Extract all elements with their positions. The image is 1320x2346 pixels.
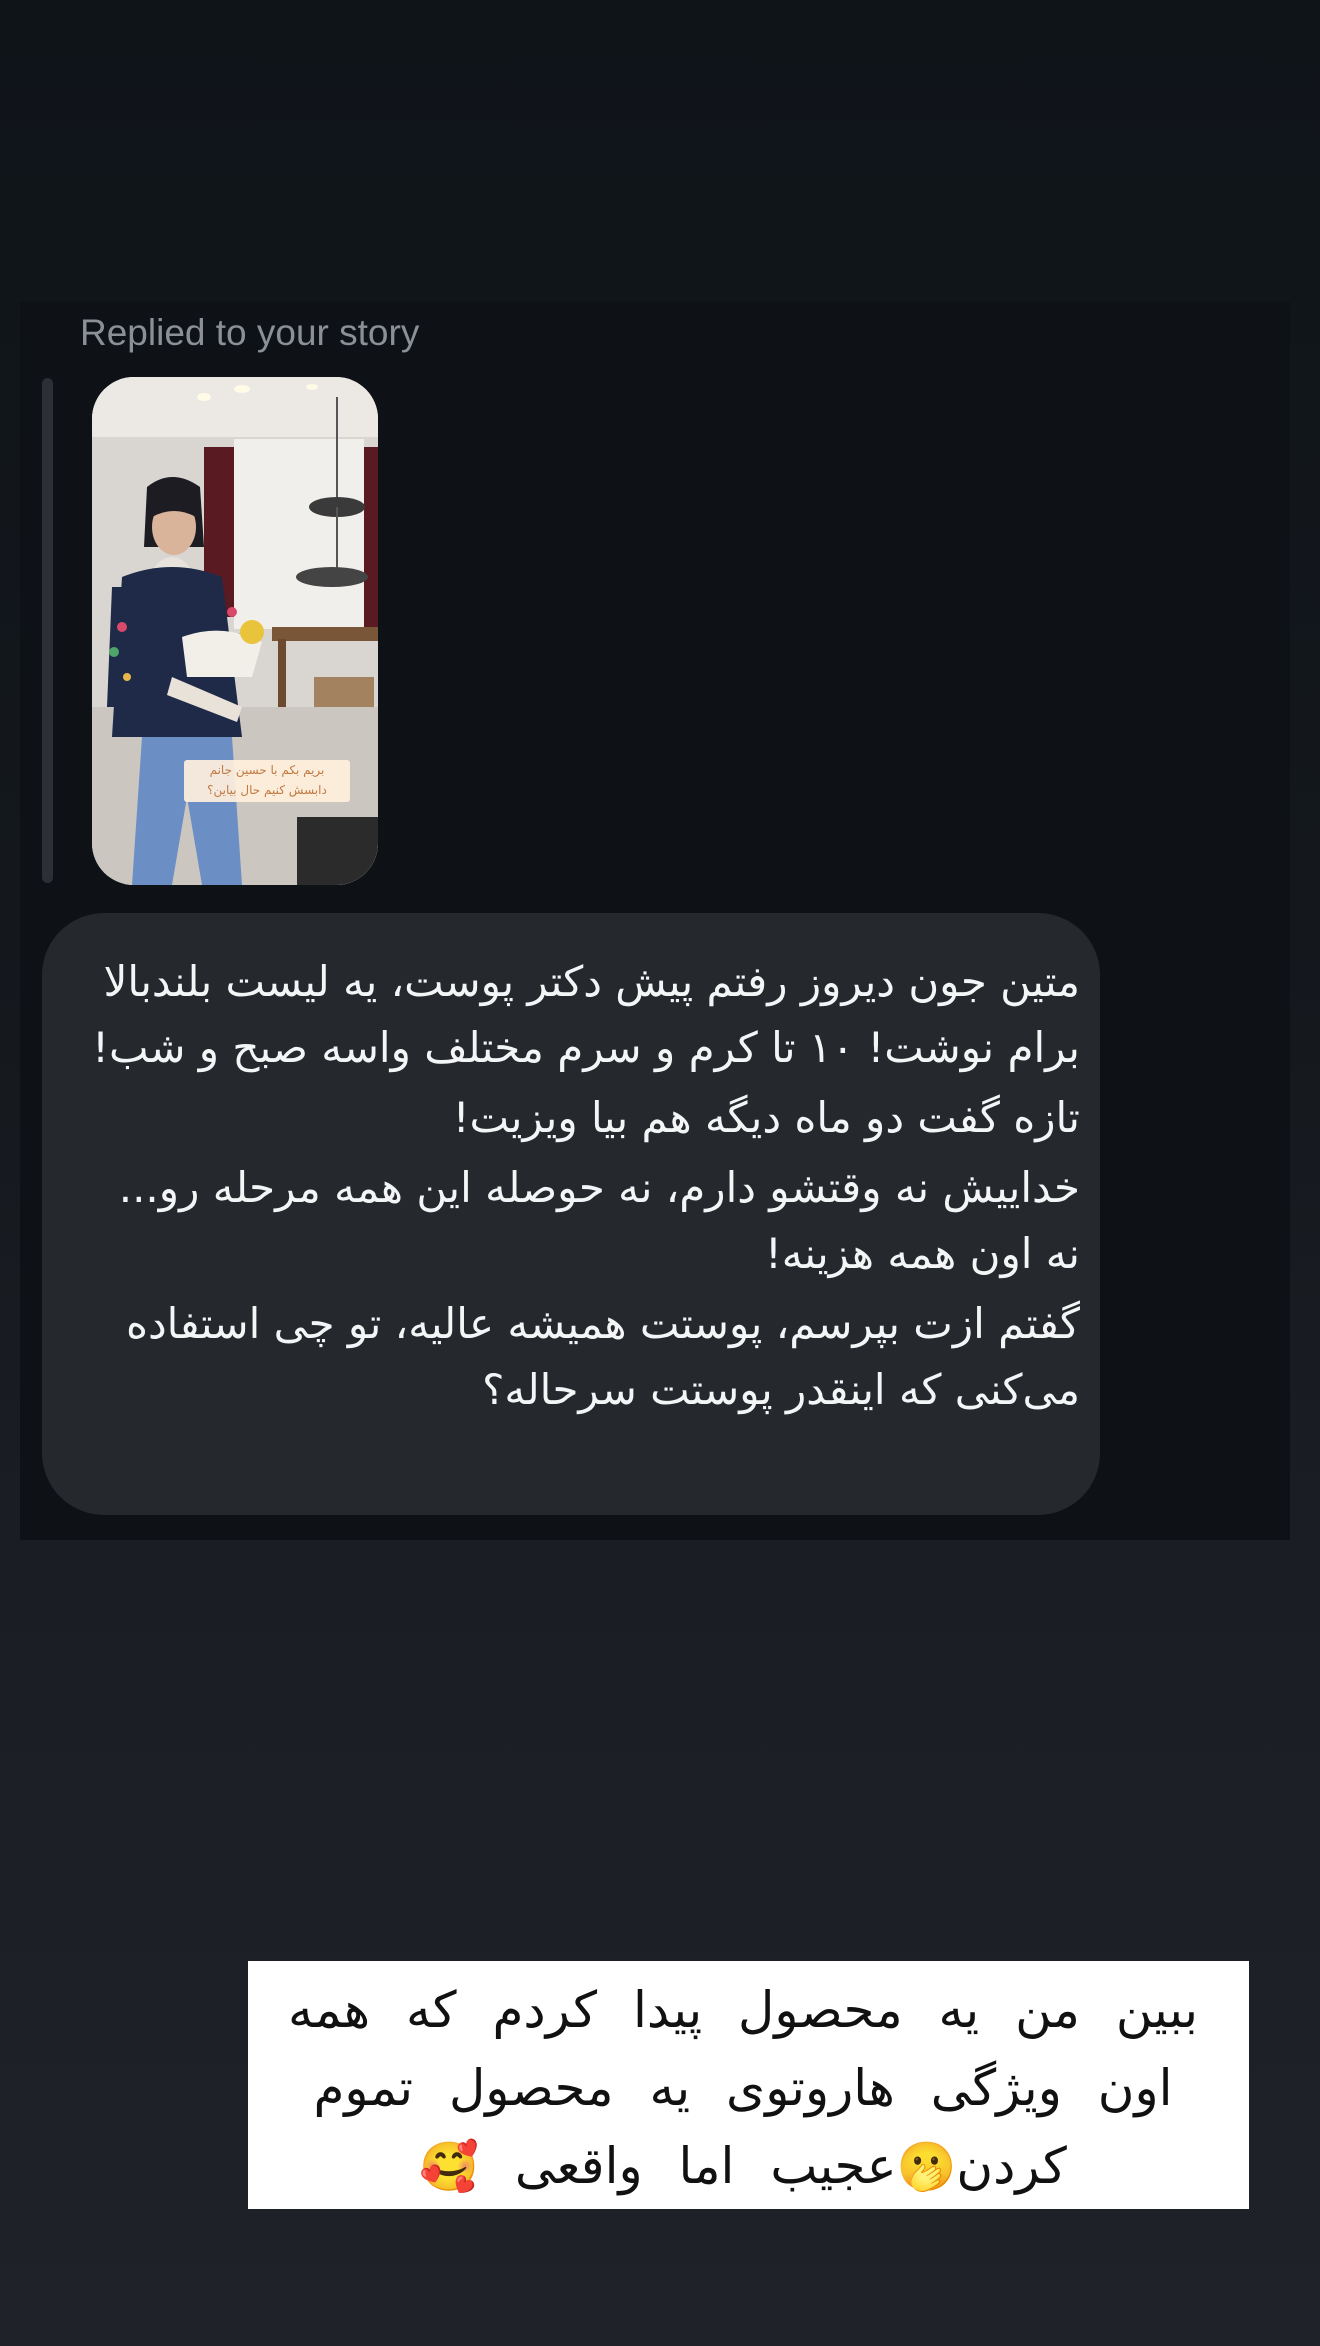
- sticker-line-3-start: کردن: [956, 2137, 1067, 2195]
- sticker-line-1: ببین من یه محصول پیدا کردم که همه: [288, 1981, 1198, 2039]
- story-reply-label: Replied to your story: [80, 312, 420, 353]
- sticker-line-3: کردن🫢عجیب اما واقعی 🥰: [278, 2127, 1208, 2206]
- message-paragraph: متین جون دیروز رفتم پیش دکتر پوست، یه لی…: [92, 957, 1080, 1072]
- message-paragraph: تازه گفت دو ماه دیگه هم بیا ویزیت!: [452, 1093, 1080, 1142]
- text-sticker[interactable]: ببین من یه محصول پیدا کردم که همه اون وی…: [248, 1961, 1249, 2209]
- reply-indicator-bar: [42, 378, 53, 883]
- smiling-face-with-hearts-emoji-icon: 🥰: [419, 2139, 479, 2195]
- message-text: متین جون دیروز رفتم پیش دکتر پوست، یه لی…: [80, 949, 1080, 1427]
- message-paragraph: خداییش نه وقتشو دارم، نه حوصله این همه م…: [118, 1163, 1080, 1278]
- story-caption-line-1: بریم بکم با حسین جانم: [209, 763, 325, 777]
- message-paragraph: گفتم ازت بپرسم، پوستت همیشه عالیه، تو چی…: [125, 1299, 1080, 1414]
- story-thumbnail[interactable]: بریم بکم با حسین جانم دابسش کنیم حال بیا…: [92, 377, 378, 885]
- message-bubble[interactable]: متین جون دیروز رفتم پیش دکتر پوست، یه لی…: [42, 913, 1100, 1515]
- story-caption: بریم بکم با حسین جانم دابسش کنیم حال بیا…: [184, 760, 350, 802]
- story-image: [92, 377, 378, 885]
- sticker-line-2: اون ویژگی هاروتوی یه محصول تموم: [313, 2059, 1173, 2117]
- story-caption-line-2: دابسش کنیم حال بیاین؟: [207, 783, 327, 797]
- hand-over-mouth-emoji-icon: 🫢: [896, 2139, 957, 2195]
- sticker-text: ببین من یه محصول پیدا کردم که همه اون وی…: [278, 1971, 1208, 2206]
- sticker-line-3-end: عجیب اما واقعی: [514, 2137, 897, 2195]
